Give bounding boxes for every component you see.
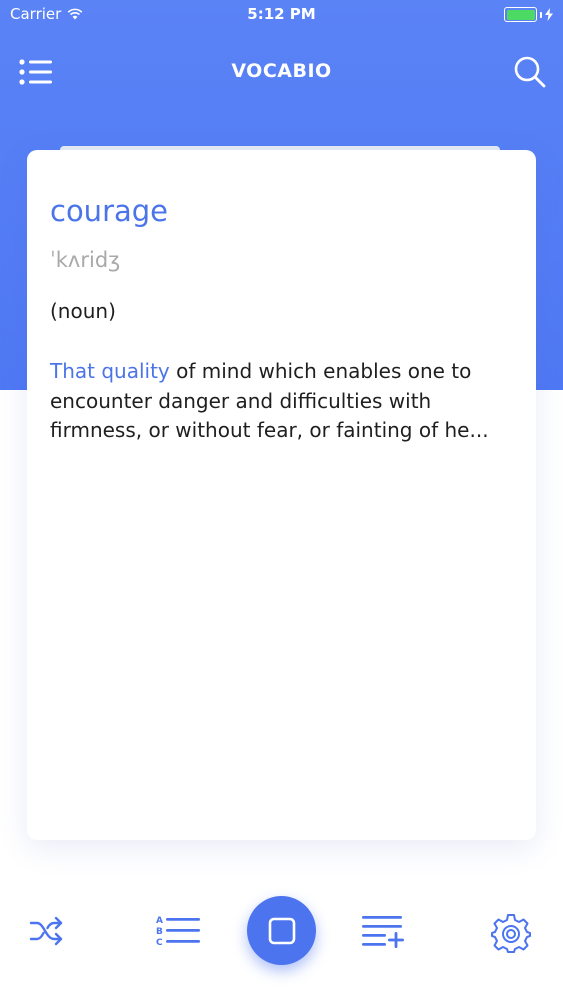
battery-icon — [504, 7, 537, 22]
battery-indicator — [504, 7, 553, 22]
alphabetical-list-icon: A B C — [156, 916, 200, 948]
shuffle-button[interactable] — [28, 912, 66, 950]
settings-button[interactable] — [490, 912, 532, 954]
definition-highlight[interactable]: That quality — [50, 359, 170, 383]
part-of-speech: (noun) — [50, 299, 116, 323]
flashcard-button[interactable] — [247, 896, 316, 965]
charging-bolt-icon — [545, 8, 553, 21]
add-to-list-button[interactable] — [360, 912, 406, 950]
status-bar: Carrier 5:12 PM — [0, 0, 563, 30]
settings-gear-icon — [491, 914, 531, 953]
phonetic-transcription: ˈkʌridʒ — [50, 248, 121, 272]
svg-text:A: A — [156, 916, 163, 926]
definition-text: That quality of mind which enables one t… — [50, 357, 520, 446]
shuffle-icon — [29, 916, 63, 946]
clock: 5:12 PM — [247, 5, 316, 23]
svg-text:C: C — [156, 938, 163, 948]
word-title: courage — [50, 194, 169, 228]
search-icon — [514, 56, 546, 88]
search-button[interactable] — [513, 55, 547, 89]
word-card[interactable]: courage ˈkʌridʒ (noun) That quality of m… — [27, 150, 536, 840]
add-to-list-icon — [362, 916, 404, 948]
alphabetical-list-button[interactable]: A B C — [152, 912, 204, 950]
nav-bar: VOCABIO — [0, 40, 563, 104]
bottom-toolbar: A B C — [0, 880, 563, 990]
flashcard-icon — [268, 917, 295, 944]
svg-text:B: B — [156, 927, 163, 937]
app-title: VOCABIO — [231, 60, 332, 82]
